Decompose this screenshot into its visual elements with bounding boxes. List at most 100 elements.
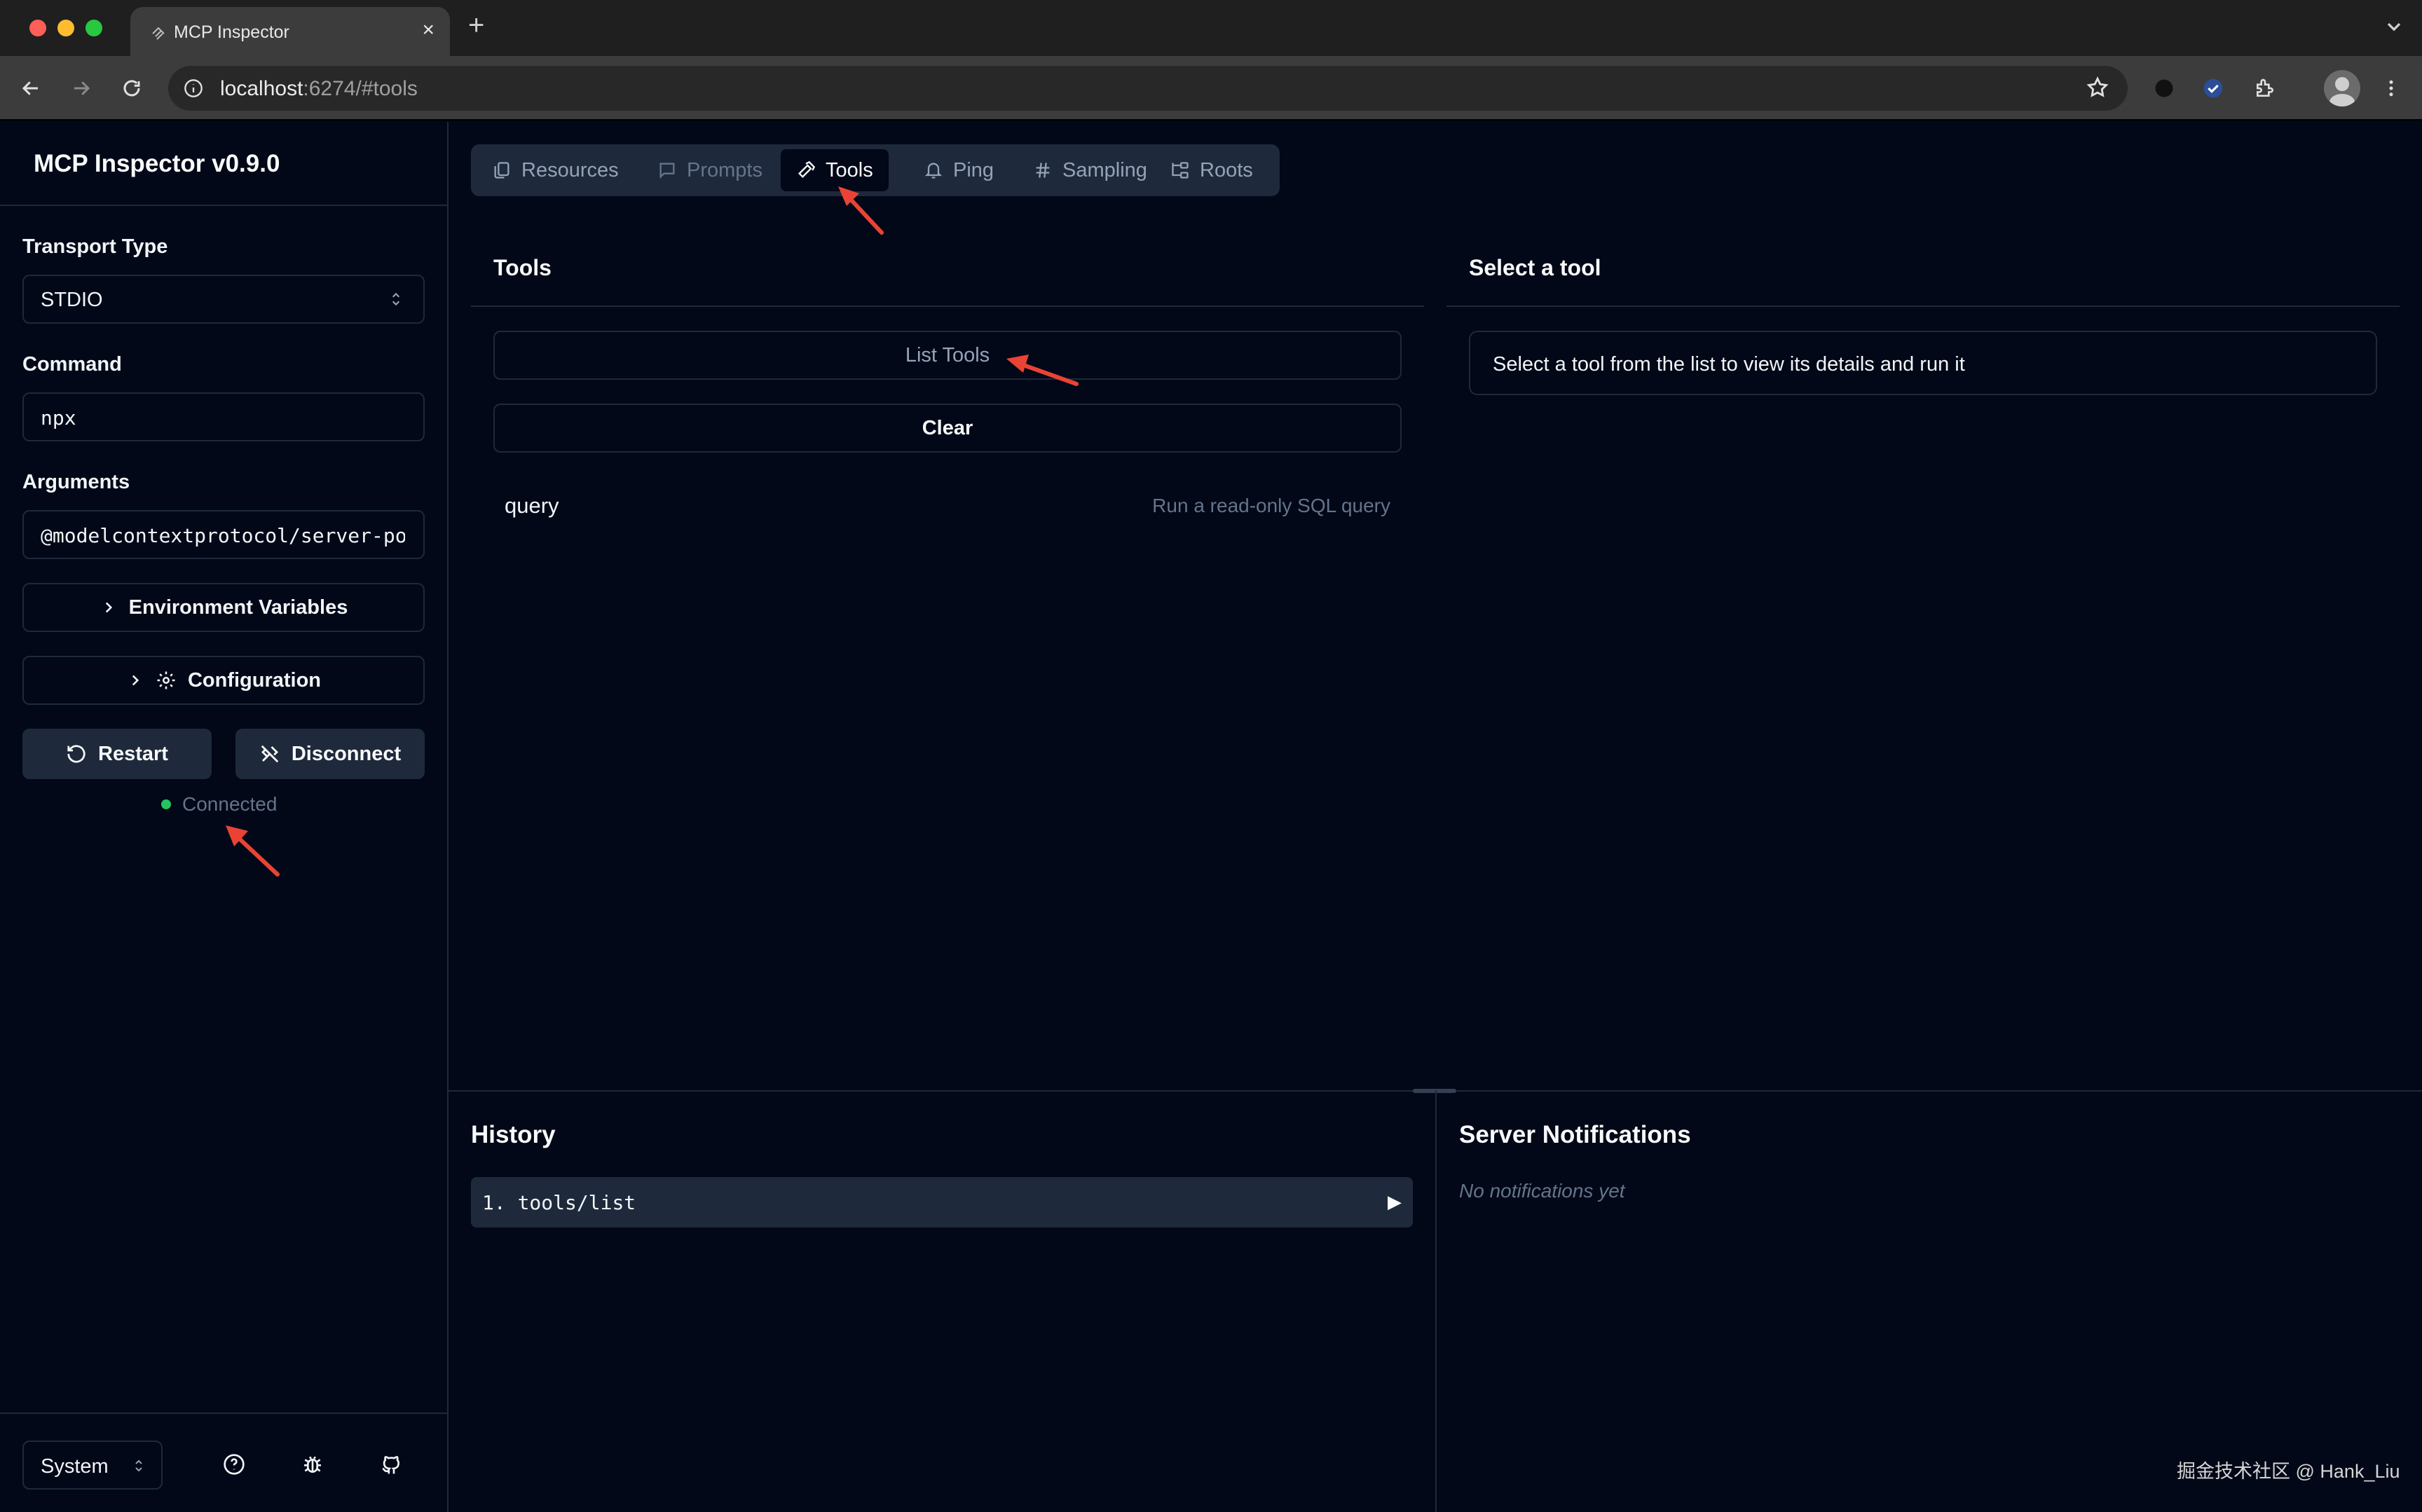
command-input[interactable]: npx <box>22 392 425 441</box>
mcp-favicon-icon <box>152 27 165 40</box>
sidebar-header: MCP Inspector v0.9.0 <box>0 122 447 206</box>
bug-icon[interactable] <box>297 1449 328 1480</box>
window-close-button[interactable] <box>29 20 46 36</box>
profile-avatar[interactable] <box>2324 70 2360 106</box>
extension-check-icon[interactable] <box>2198 73 2229 104</box>
github-icon[interactable] <box>376 1449 406 1480</box>
unplug-icon <box>261 745 279 763</box>
arguments-value: @modelcontextprotocol/server-po <box>41 524 405 547</box>
chevron-right-icon <box>105 602 112 613</box>
chevron-down-icon[interactable] <box>2383 15 2405 38</box>
tool-detail-placeholder: Select a tool from the list to view its … <box>1469 331 2377 395</box>
tools-panel-divider <box>471 305 1424 307</box>
browser-tab[interactable]: MCP Inspector × <box>130 7 450 56</box>
app-title: MCP Inspector v0.9.0 <box>34 150 280 177</box>
tab-resources[interactable]: Resources <box>477 149 634 191</box>
detail-panel-title: Select a tool <box>1469 255 1601 280</box>
message-square-icon <box>659 163 675 179</box>
sidebar-footer: System <box>0 1413 447 1512</box>
extensions-puzzle-icon[interactable] <box>2250 73 2280 104</box>
watermark: 掘金技术社区 @ Hank_Liu <box>2177 1461 2400 1482</box>
tab-label: Resources <box>521 158 619 181</box>
history-item-text: 1. tools/list <box>482 1191 636 1214</box>
clear-label: Clear <box>922 416 973 439</box>
clear-button[interactable]: Clear <box>493 404 1402 453</box>
browser-tabstrip: MCP Inspector × + <box>0 0 2422 56</box>
close-tab-icon[interactable]: × <box>422 20 435 41</box>
arguments-label: Arguments <box>22 471 130 493</box>
hammer-icon <box>798 160 816 178</box>
list-tools-button[interactable]: List Tools <box>493 331 1402 380</box>
transport-type-select[interactable]: STDIO <box>22 275 425 324</box>
configuration-label: Configuration <box>187 668 322 692</box>
list-tools-label: List Tools <box>905 343 990 366</box>
sidebar: MCP Inspector v0.9.0 Transport Type STDI… <box>0 122 449 1512</box>
tab-label: Prompts <box>687 158 762 181</box>
bookmark-star-icon[interactable] <box>2086 76 2109 99</box>
extension-dark-icon[interactable] <box>2149 73 2180 104</box>
list-item[interactable]: query Run a read-only SQL query <box>493 483 1402 527</box>
tool-detail-message: Select a tool from the list to view its … <box>1493 353 1965 376</box>
status-dot <box>161 799 171 809</box>
tab-sampling[interactable]: Sampling <box>1018 149 1163 191</box>
forward-icon[interactable] <box>66 73 97 104</box>
disconnect-button[interactable]: Disconnect <box>235 729 425 779</box>
chevron-right-icon <box>132 675 139 686</box>
files-icon <box>494 162 509 179</box>
connection-status: Connected <box>161 793 277 816</box>
window-zoom-button[interactable] <box>85 20 102 36</box>
tool-description: Run a read-only SQL query <box>1152 495 1390 516</box>
url-text: localhost:6274/#tools <box>220 77 418 100</box>
chevrons-up-down-icon <box>392 292 400 306</box>
tab-tools[interactable]: Tools <box>781 149 889 191</box>
command-label: Command <box>22 353 122 376</box>
folder-tree-icon <box>1172 162 1189 179</box>
main-tabs: Resources Prompts Tools Ping Sampling Ro… <box>471 144 1280 196</box>
detail-panel-divider <box>1446 305 2400 307</box>
tab-label: Ping <box>953 158 994 181</box>
chevrons-up-down-icon <box>135 1459 142 1472</box>
rotate-ccw-icon <box>67 745 85 763</box>
tab-roots[interactable]: Roots <box>1155 149 1268 191</box>
tab-label: Tools <box>826 158 873 181</box>
no-notifications-text: No notifications yet <box>1459 1180 1625 1202</box>
history-title: History <box>471 1121 556 1148</box>
tab-label: Roots <box>1200 158 1253 181</box>
configuration-button[interactable]: Configuration <box>22 656 425 705</box>
theme-select[interactable]: System <box>22 1441 163 1490</box>
resize-handle[interactable] <box>1413 1089 1456 1093</box>
play-icon[interactable]: ▶ <box>1388 1191 1402 1213</box>
disconnect-label: Disconnect <box>291 742 402 765</box>
server-notifications-title: Server Notifications <box>1459 1121 1691 1148</box>
tab-ping[interactable]: Ping <box>908 149 1009 191</box>
browser-menu-icon[interactable] <box>2376 73 2407 104</box>
history-item[interactable]: 1. tools/list ▶ <box>471 1177 1413 1228</box>
tab-label: Sampling <box>1062 158 1147 181</box>
browser-tab-title: MCP Inspector <box>174 22 289 42</box>
gear-icon <box>157 671 175 689</box>
theme-value: System <box>41 1455 109 1478</box>
command-value: npx <box>41 406 76 429</box>
help-circle-icon[interactable] <box>219 1449 249 1480</box>
bell-icon <box>924 163 943 179</box>
environment-variables-button[interactable]: Environment Variables <box>22 583 425 632</box>
window-minimize-button[interactable] <box>57 20 74 36</box>
arguments-input[interactable]: @modelcontextprotocol/server-po <box>22 510 425 559</box>
restart-label: Restart <box>98 742 168 765</box>
new-tab-icon[interactable]: + <box>468 11 484 39</box>
reload-icon[interactable] <box>116 73 147 104</box>
transport-type-label: Transport Type <box>22 235 168 258</box>
tool-name: query <box>505 493 559 518</box>
bottom-split-divider <box>1435 1090 1437 1512</box>
tab-prompts[interactable]: Prompts <box>642 149 778 191</box>
site-info-icon[interactable] <box>184 78 203 98</box>
status-text: Connected <box>182 793 278 815</box>
browser-toolbar: localhost:6274/#tools <box>0 56 2422 121</box>
back-icon[interactable] <box>15 73 46 104</box>
transport-type-value: STDIO <box>41 289 103 311</box>
environment-variables-label: Environment Variables <box>128 596 348 619</box>
tools-panel-title: Tools <box>493 255 552 280</box>
address-bar[interactable]: localhost:6274/#tools <box>168 66 2128 111</box>
restart-button[interactable]: Restart <box>22 729 212 779</box>
hash-icon <box>1036 163 1050 178</box>
